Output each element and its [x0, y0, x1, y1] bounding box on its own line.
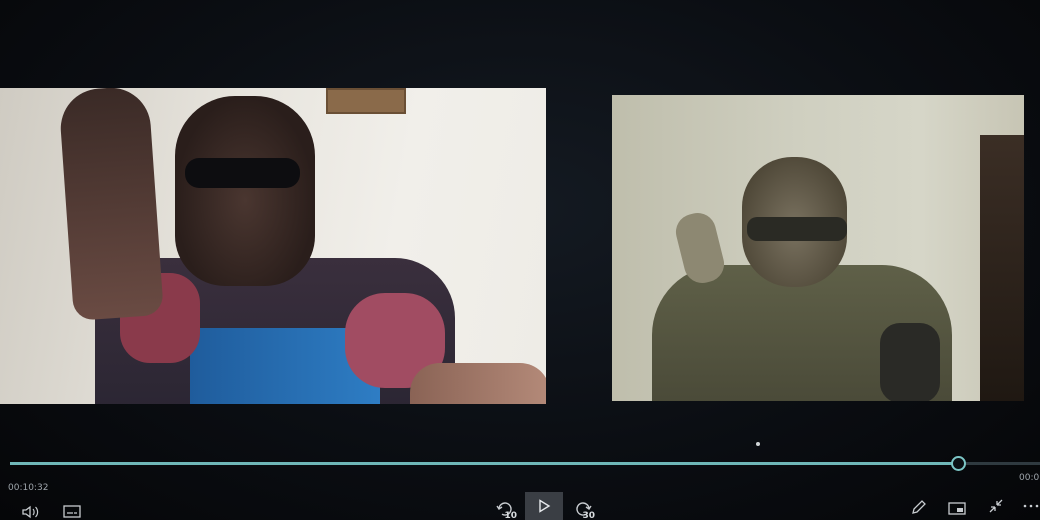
seek-bar-thumb[interactable]: [950, 456, 966, 471]
background-furniture: [980, 135, 1024, 401]
pencil-icon: [912, 500, 926, 514]
more-icon: [1023, 504, 1039, 508]
elapsed-time: 00:10:32: [8, 483, 49, 493]
wall-picture-frame: [326, 88, 406, 114]
subtitles-button[interactable]: [62, 503, 82, 520]
skip-back-button[interactable]: 10: [494, 498, 517, 520]
miniview-button[interactable]: [946, 498, 968, 518]
chair-back: [880, 323, 940, 401]
video-tile-left: [0, 88, 546, 404]
skip-forward-label: 30: [582, 511, 595, 520]
remaining-time: 00:01: [1019, 473, 1040, 483]
play-icon: [539, 499, 551, 513]
participant-raised-arm: [58, 88, 164, 321]
subtitles-icon: [63, 505, 81, 518]
exit-fullscreen-icon: [989, 499, 1003, 513]
seek-bar-fill: [10, 462, 958, 465]
skip-back-label: 10: [504, 511, 517, 520]
participant-arm: [410, 363, 546, 404]
participant-glasses: [185, 158, 300, 188]
play-button[interactable]: [525, 492, 563, 520]
seek-bar[interactable]: [10, 456, 1040, 471]
participant-head: [175, 96, 315, 286]
skip-forward-button[interactable]: 30: [572, 498, 595, 520]
more-options-button[interactable]: [1022, 496, 1040, 516]
video-player-screen: 00:10:32 00:01 10 30: [0, 0, 1040, 520]
cursor-dot: [756, 442, 760, 446]
participant-glasses: [747, 217, 847, 241]
fullscreen-button[interactable]: [985, 496, 1007, 516]
volume-icon: [22, 505, 39, 518]
edit-button[interactable]: [908, 497, 930, 517]
participant-waving-hand: [672, 209, 728, 287]
miniview-icon: [948, 501, 966, 515]
volume-button[interactable]: [20, 503, 42, 520]
video-tile-right: [612, 95, 1024, 401]
